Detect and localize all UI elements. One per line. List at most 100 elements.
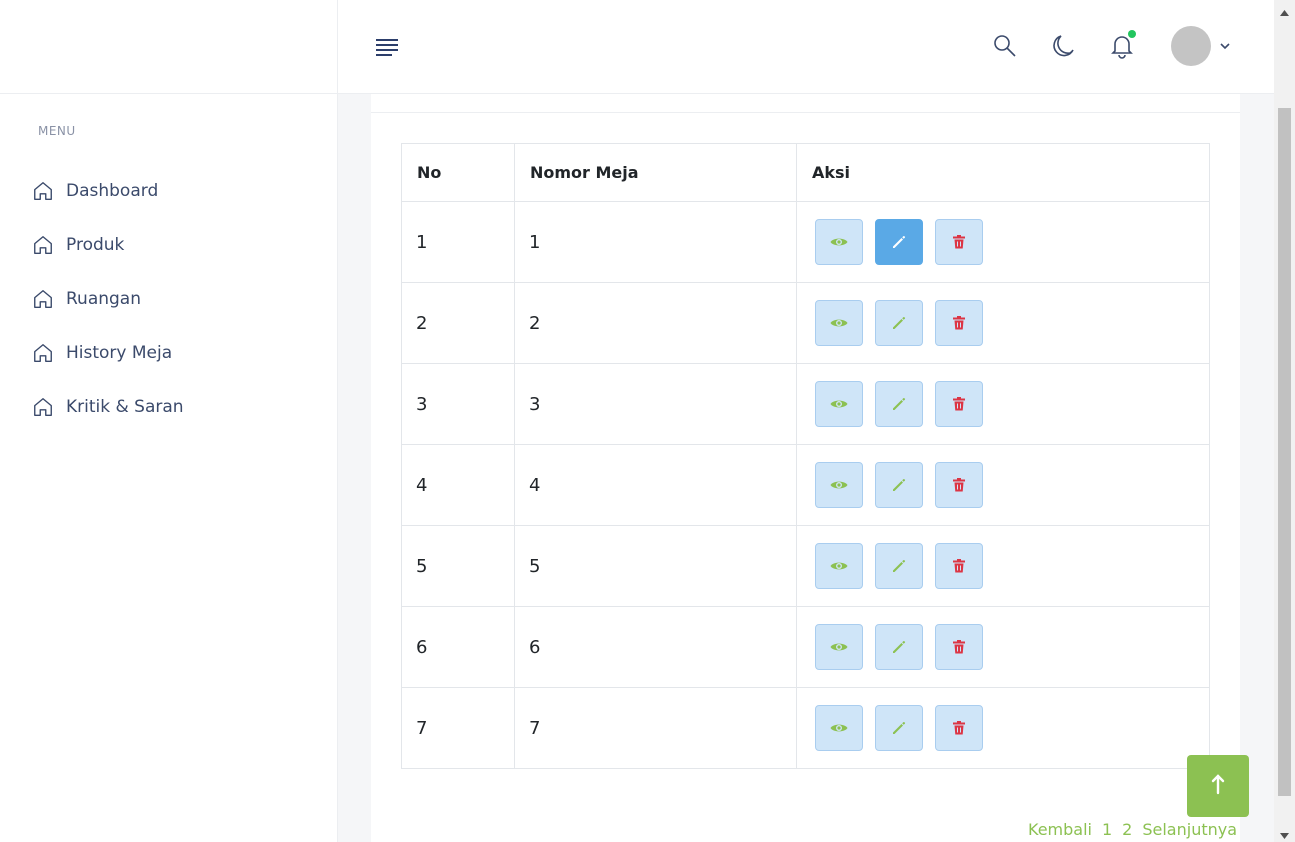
trash-icon [950, 719, 968, 737]
view-button[interactable] [815, 543, 863, 589]
pencil-icon [890, 476, 908, 494]
edit-button[interactable] [875, 462, 923, 508]
sidebar-item-dashboard[interactable]: Dashboard [32, 164, 322, 218]
home-icon [32, 288, 54, 310]
search-icon[interactable] [991, 32, 1019, 60]
action-buttons [815, 381, 1209, 427]
action-buttons [815, 300, 1209, 346]
cell-nomor-meja: 6 [514, 606, 797, 688]
scroll-up-arrow-icon[interactable] [1279, 4, 1290, 16]
cell-aksi [796, 444, 1210, 526]
cell-nomor-meja: 3 [514, 363, 797, 445]
view-button[interactable] [815, 381, 863, 427]
moon-icon[interactable] [1050, 32, 1078, 60]
sidebar-item-label: History Meja [66, 343, 173, 363]
menu-heading: MENU [38, 124, 76, 138]
cell-no: 4 [401, 444, 515, 526]
delete-button[interactable] [935, 462, 983, 508]
eye-icon [829, 637, 849, 657]
cell-no: 7 [401, 687, 515, 769]
cell-aksi [796, 525, 1210, 607]
trash-icon [950, 476, 968, 494]
scroll-down-arrow-icon[interactable] [1279, 826, 1290, 839]
delete-button[interactable] [935, 219, 983, 265]
page-scrollbar[interactable] [1274, 0, 1295, 842]
table-row: 33 [401, 363, 1210, 445]
sidebar-item-ruangan[interactable]: Ruangan [32, 272, 322, 326]
table-row: 44 [401, 444, 1210, 526]
edit-button[interactable] [875, 705, 923, 751]
cell-no: 6 [401, 606, 515, 688]
sidebar-logo-area [0, 0, 337, 94]
sidebar-item-label: Dashboard [66, 181, 159, 201]
home-icon [32, 396, 54, 418]
cell-nomor-meja: 2 [514, 282, 797, 364]
view-button[interactable] [815, 219, 863, 265]
sidebar-item-history-meja[interactable]: History Meja [32, 326, 322, 380]
pagination-page-2[interactable]: 2 [1122, 820, 1132, 839]
edit-button[interactable] [875, 543, 923, 589]
action-buttons [815, 219, 1209, 265]
action-buttons [815, 462, 1209, 508]
card-divider [371, 112, 1240, 113]
delete-button[interactable] [935, 624, 983, 670]
edit-button[interactable] [875, 381, 923, 427]
delete-button[interactable] [935, 300, 983, 346]
table-row: 22 [401, 282, 1210, 364]
view-button[interactable] [815, 300, 863, 346]
scroll-to-top-button[interactable] [1187, 755, 1249, 817]
eye-icon [829, 556, 849, 576]
cell-no: 1 [401, 201, 515, 283]
sidebar-item-produk[interactable]: Produk [32, 218, 322, 272]
column-header-nomor-meja: Nomor Meja [514, 143, 797, 202]
pagination-prev[interactable]: Kembali [1028, 820, 1092, 839]
cell-no: 5 [401, 525, 515, 607]
edit-button[interactable] [875, 300, 923, 346]
view-button[interactable] [815, 705, 863, 751]
eye-icon [829, 394, 849, 414]
column-header-no: No [401, 143, 515, 202]
cell-aksi [796, 363, 1210, 445]
pagination-next[interactable]: Selanjutnya [1142, 820, 1237, 839]
sidebar-item-kritik-saran[interactable]: Kritik & Saran [32, 380, 322, 434]
pencil-icon [890, 395, 908, 413]
pencil-icon [890, 233, 908, 251]
cell-aksi [796, 606, 1210, 688]
home-icon [32, 342, 54, 364]
pagination-page-1[interactable]: 1 [1102, 820, 1112, 839]
sidebar-item-label: Kritik & Saran [66, 397, 184, 417]
home-icon [32, 180, 54, 202]
arrow-up-icon [1211, 773, 1225, 799]
view-button[interactable] [815, 624, 863, 670]
eye-icon [829, 475, 849, 495]
edit-button[interactable] [875, 219, 923, 265]
table-row: 66 [401, 606, 1210, 688]
table-row: 55 [401, 525, 1210, 607]
table-row: 11 [401, 201, 1210, 283]
cell-aksi [796, 201, 1210, 283]
eye-icon [829, 313, 849, 333]
delete-button[interactable] [935, 705, 983, 751]
avatar[interactable] [1171, 26, 1211, 66]
eye-icon [829, 232, 849, 252]
top-header [338, 0, 1274, 94]
action-buttons [815, 624, 1209, 670]
scrollbar-thumb[interactable] [1278, 108, 1291, 796]
pencil-icon [890, 719, 908, 737]
sidebar-menu: Dashboard Produk Ruangan History Meja Kr… [32, 164, 322, 434]
delete-button[interactable] [935, 381, 983, 427]
edit-button[interactable] [875, 624, 923, 670]
chevron-down-icon[interactable] [1218, 38, 1232, 52]
cell-nomor-meja: 4 [514, 444, 797, 526]
cell-aksi [796, 282, 1210, 364]
notification-dot [1128, 30, 1136, 38]
menu-icon[interactable] [374, 36, 400, 58]
trash-icon [950, 233, 968, 251]
table-body: 11223344556677 [401, 201, 1210, 769]
action-buttons [815, 705, 1209, 751]
view-button[interactable] [815, 462, 863, 508]
delete-button[interactable] [935, 543, 983, 589]
meja-table: No Nomor Meja Aksi 11223344556677 [401, 143, 1210, 769]
sidebar: MENU Dashboard Produk Ruangan History Me… [0, 0, 338, 842]
table-header-row: No Nomor Meja Aksi [401, 143, 1210, 202]
